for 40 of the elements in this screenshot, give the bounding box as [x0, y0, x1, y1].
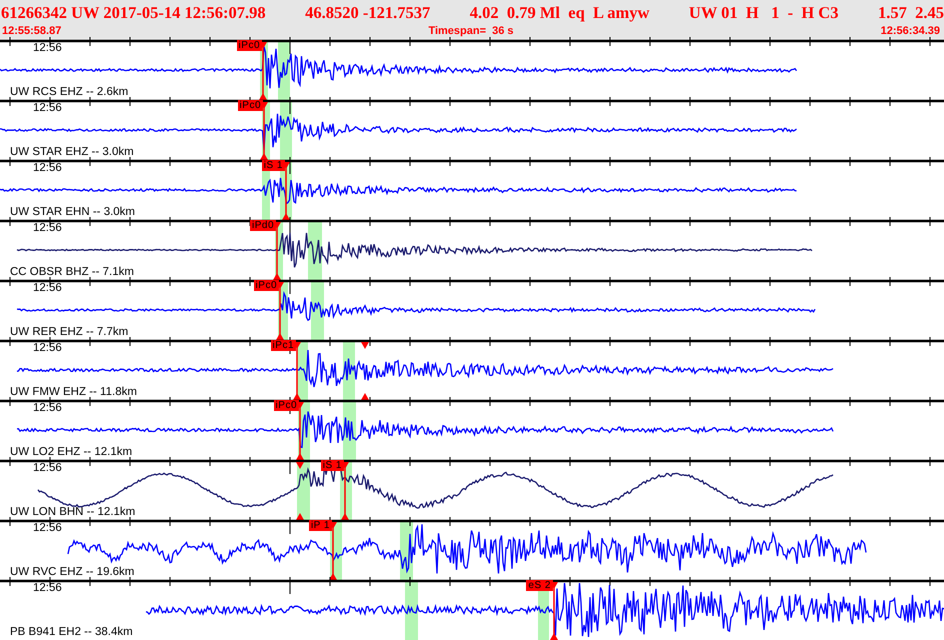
event-field: 46.8520 -121.7537	[305, 3, 430, 23]
station-label: PB B941 EH2 -- 38.4km	[10, 626, 133, 638]
pick-marker-icon	[329, 573, 337, 580]
pick-marker-icon	[296, 513, 304, 520]
pick-marker-icon	[341, 513, 349, 520]
time-label: 12:56	[33, 222, 62, 234]
time-label: 12:56	[33, 162, 62, 174]
pick-marker-icon	[273, 273, 281, 280]
start-time: 12:55:58.87	[2, 25, 62, 37]
time-label: 12:56	[33, 462, 62, 474]
event-field: 1.57 2.45	[878, 3, 944, 23]
time-label: 12:56	[33, 402, 62, 414]
timespan-label: Timespan= 36 s	[428, 25, 514, 37]
time-label: 12:56	[33, 102, 62, 114]
station-label: UW STAR EHN -- 3.0km	[10, 206, 136, 218]
station-label: UW RER EHZ -- 7.7km	[10, 326, 128, 338]
pick-marker-icon	[550, 633, 558, 640]
pick-marker-icon	[293, 393, 301, 400]
pick-marker-icon	[361, 342, 369, 349]
time-label: 12:56	[33, 42, 62, 54]
time-label: 12:56	[33, 282, 62, 294]
station-label: UW LO2 EHZ -- 12.1km	[10, 446, 132, 458]
station-label: UW RCS EHZ -- 2.6km	[10, 86, 128, 98]
station-label: CC OBSR BHZ -- 7.1km	[10, 266, 134, 278]
pick-marker-icon	[296, 462, 304, 469]
station-label: UW STAR EHZ -- 3.0km	[10, 146, 134, 158]
pick-window-highlight	[405, 581, 418, 640]
time-label: 12:56	[33, 342, 62, 354]
event-field: 4.02 0.79 Ml eq L amyw	[470, 3, 650, 23]
station-label: UW FMW EHZ -- 11.8km	[10, 386, 137, 398]
time-label: 12:56	[33, 582, 62, 594]
pick-marker-icon	[259, 93, 267, 100]
end-time: 12:56:34.39	[880, 25, 940, 37]
pick-marker-icon	[282, 213, 290, 220]
event-field: UW 01 H 1 - H C3	[688, 3, 838, 23]
pick-marker-icon	[361, 393, 369, 400]
event-field: 61266342 UW 2017-05-14 12:56:07.98	[1, 3, 266, 23]
station-label: UW LON BHN -- 12.1km	[10, 506, 136, 518]
station-label: UW RVC EHZ -- 19.6km	[10, 566, 134, 578]
time-label: 12:56	[33, 522, 62, 534]
